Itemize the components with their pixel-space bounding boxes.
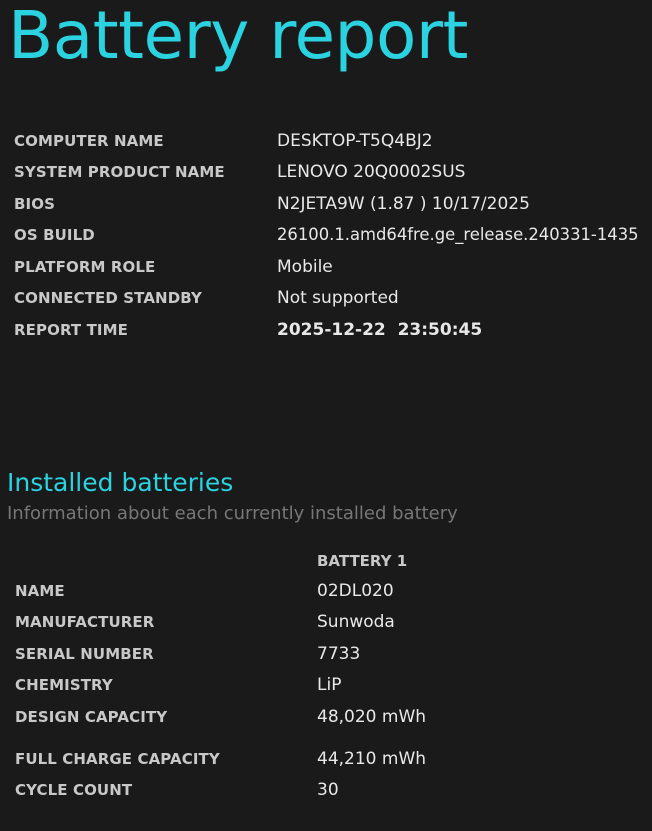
system-info-value: 26100.1.amd64fre.ge_release.240331-1435: [277, 225, 639, 244]
battery-value: LiP: [317, 675, 342, 695]
report-time-value: 2025-12-22 23:50:45: [277, 320, 483, 340]
battery-label: DESIGN CAPACITY: [15, 708, 168, 726]
system-info-label: OS BUILD: [14, 226, 95, 244]
battery-value: Sunwoda: [317, 612, 395, 632]
battery-value: 48,020 mWh: [317, 707, 427, 727]
page-title: Battery report: [8, 0, 468, 74]
battery-label: MANUFACTURER: [15, 613, 155, 631]
battery-label: NAME: [15, 582, 65, 600]
battery-value: 44,210 mWh: [317, 749, 427, 769]
system-info-label: COMPUTER NAME: [14, 132, 164, 150]
installed-batteries-heading: Installed batteries: [7, 468, 234, 497]
system-info-label: REPORT TIME: [14, 321, 128, 339]
system-info-label: SYSTEM PRODUCT NAME: [14, 163, 225, 181]
battery-value: 02DL020: [317, 581, 394, 601]
system-info-label: CONNECTED STANDBY: [14, 289, 202, 307]
installed-batteries-subtitle: Information about each currently install…: [7, 503, 458, 524]
system-info-label: PLATFORM ROLE: [14, 258, 156, 276]
system-info-value: Mobile: [277, 257, 333, 277]
system-info-label: BIOS: [14, 195, 55, 213]
system-info-value: LENOVO 20Q0002SUS: [277, 162, 466, 182]
system-info-value: N2JETA9W (1.87 ) 10/17/2025: [277, 194, 530, 214]
battery-label: FULL CHARGE CAPACITY: [15, 750, 220, 768]
battery-label: CYCLE COUNT: [15, 781, 133, 799]
battery-value: 30: [317, 780, 339, 800]
battery-value: 7733: [317, 644, 361, 664]
system-info-value: Not supported: [277, 288, 399, 308]
battery-column-header: BATTERY 1: [317, 552, 408, 570]
battery-label: SERIAL NUMBER: [15, 645, 154, 663]
system-info-value: DESKTOP-T5Q4BJ2: [277, 131, 433, 151]
battery-label: CHEMISTRY: [15, 676, 113, 694]
